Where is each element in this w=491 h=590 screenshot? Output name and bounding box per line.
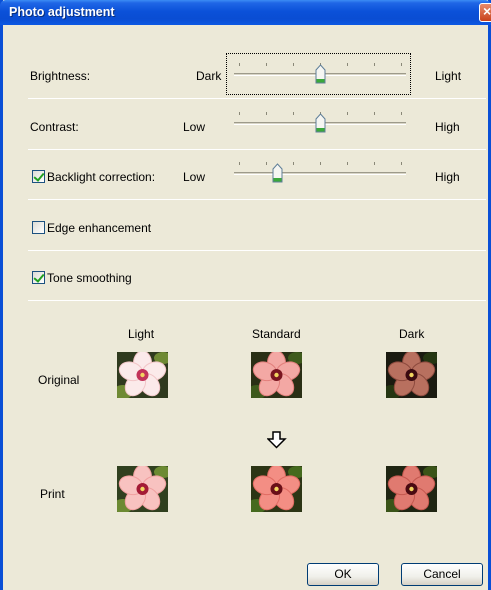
brightness-label: Brightness: (30, 69, 91, 83)
backlight-label: Backlight correction: (47, 170, 156, 184)
brightness-slider[interactable] (234, 63, 406, 87)
slider-tick (266, 162, 267, 165)
backlight-checkbox[interactable] (32, 170, 45, 183)
slider-tick (293, 162, 294, 165)
slider-tick (347, 162, 348, 165)
slider-tick (239, 112, 240, 115)
divider (28, 300, 486, 301)
slider-tick (320, 162, 321, 165)
close-button[interactable]: × (479, 3, 491, 22)
divider (28, 98, 486, 99)
close-icon: × (483, 3, 491, 19)
slider-tick (239, 63, 240, 66)
print-light-photo (117, 466, 168, 512)
slider-tick (401, 112, 402, 115)
contrast-label: Contrast: (30, 120, 79, 134)
print-standard-photo (251, 466, 302, 512)
ok-button[interactable]: OK (307, 563, 379, 586)
column-header-light: Light (128, 327, 155, 341)
original-dark-photo (386, 352, 437, 398)
slider-track[interactable] (234, 172, 406, 175)
tone-smoothing-label[interactable]: Tone smoothing (47, 271, 132, 285)
slider-thumb[interactable] (315, 113, 326, 133)
slider-tick (347, 63, 348, 66)
slider-tick (401, 63, 402, 66)
cancel-button[interactable]: Cancel (401, 563, 483, 586)
slider-tick (266, 112, 267, 115)
slider-tick (347, 112, 348, 115)
contrast-max-label: High (435, 120, 460, 134)
slider-tick (239, 162, 240, 165)
down-arrow-icon (266, 431, 287, 452)
brightness-min-label: Dark (196, 69, 222, 83)
edge-enhancement-checkbox[interactable] (32, 221, 45, 234)
column-header-dark: Dark (399, 327, 425, 341)
original-light-photo (117, 352, 168, 398)
slider-tick (293, 112, 294, 115)
divider (28, 149, 486, 150)
slider-tick (374, 63, 375, 66)
slider-thumb[interactable] (315, 64, 326, 84)
divider (28, 250, 486, 251)
row-label-original: Original (38, 373, 80, 387)
photo-adjustment-window: Photo adjustment × Brightness: Dark Ligh… (0, 0, 491, 590)
backlight-max-label: High (435, 170, 460, 184)
brightness-max-label: Light (435, 69, 462, 83)
title-bar[interactable]: Photo adjustment × (0, 0, 491, 25)
edge-enhancement-label[interactable]: Edge enhancement (47, 221, 151, 235)
slider-thumb[interactable] (272, 163, 283, 183)
column-header-standard: Standard (252, 327, 301, 341)
slider-tick (374, 162, 375, 165)
original-standard-photo (251, 352, 302, 398)
contrast-slider[interactable] (234, 112, 406, 136)
tone-smoothing-checkbox[interactable] (32, 271, 45, 284)
window-title: Photo adjustment (9, 5, 115, 19)
backlight-min-label: Low (183, 170, 206, 184)
print-dark-photo (386, 466, 437, 512)
slider-tick (374, 112, 375, 115)
contrast-min-label: Low (183, 120, 206, 134)
row-label-print: Print (40, 487, 65, 501)
slider-tick (293, 63, 294, 66)
slider-tick (266, 63, 267, 66)
backlight-slider[interactable] (234, 162, 406, 186)
slider-tick (401, 162, 402, 165)
divider (28, 199, 486, 200)
